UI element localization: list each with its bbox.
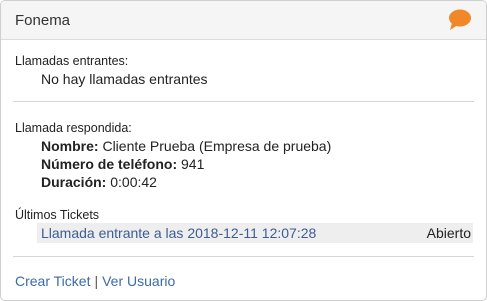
divider xyxy=(13,101,474,102)
answered-call-label: Llamada respondida: xyxy=(15,121,132,135)
link-separator: | xyxy=(94,273,99,289)
create-ticket-link[interactable]: Crear Ticket xyxy=(15,273,90,289)
panel-body: Llamadas entrantes: No hay llamadas entr… xyxy=(1,40,486,300)
incoming-calls-label: Llamadas entrantes: xyxy=(15,54,129,68)
ticket-status: Abierto xyxy=(426,225,471,241)
phone-number-line: Número de teléfono: 941 xyxy=(41,156,204,172)
footer-links: Crear Ticket | Ver Usuario xyxy=(15,273,175,289)
view-user-link[interactable]: Ver Usuario xyxy=(102,273,175,289)
latest-tickets-label: Últimos Tickets xyxy=(15,208,100,222)
duration-value: 0:00:42 xyxy=(110,174,157,190)
caller-name-line: Nombre: Cliente Prueba (Empresa de prueb… xyxy=(41,138,331,154)
divider xyxy=(13,256,474,257)
duration-line: Duración: 0:00:42 xyxy=(41,174,157,190)
panel-title: Fonema xyxy=(15,12,71,29)
fonema-panel: Fonema Llamadas entrantes: No hay llamad… xyxy=(0,0,487,301)
caller-name-label: Nombre: xyxy=(41,138,99,154)
ticket-row[interactable]: Llamada entrante a las 2018-12-11 12:07:… xyxy=(37,223,473,243)
duration-label: Duración: xyxy=(41,174,107,190)
phone-number-label: Número de teléfono: xyxy=(41,156,178,172)
caller-name-value: Cliente Prueba (Empresa de prueba) xyxy=(102,138,332,154)
chat-bubble-icon[interactable] xyxy=(448,9,472,31)
panel-header: Fonema xyxy=(1,1,486,40)
incoming-calls-message: No hay llamadas entrantes xyxy=(41,71,208,87)
phone-number-value: 941 xyxy=(181,156,205,172)
ticket-link[interactable]: Llamada entrante a las 2018-12-11 12:07:… xyxy=(41,225,316,241)
